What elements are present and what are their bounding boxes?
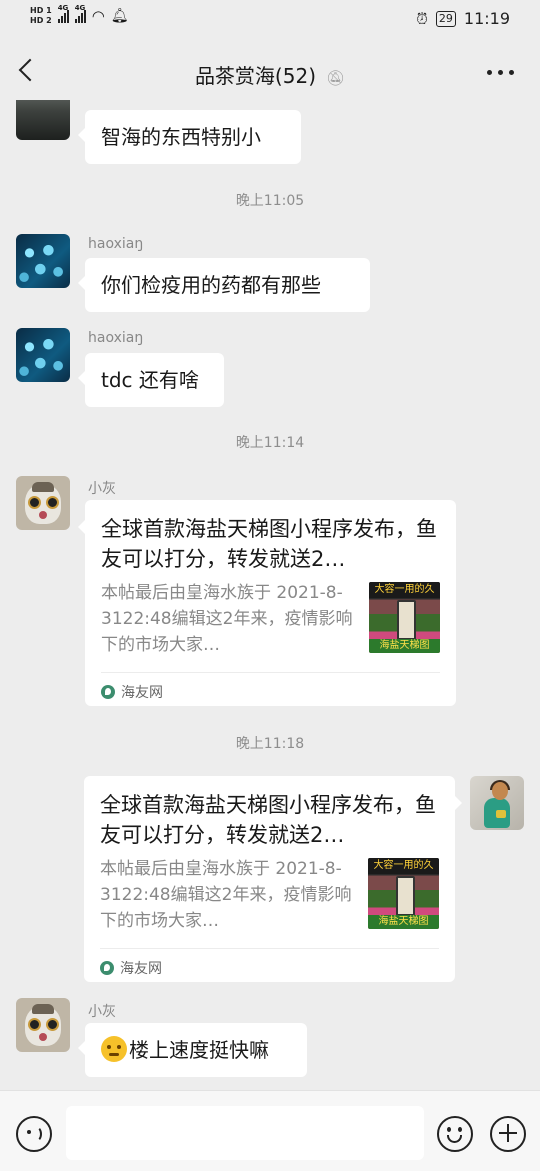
- message-list[interactable]: 智海的东西特别小 晚上11:05 haoxiaŋ 你们检疫用的药都有那些 hao…: [0, 100, 540, 1090]
- thumbnail-caption-bottom: 海盐天梯图: [368, 915, 439, 929]
- avatar[interactable]: [16, 998, 70, 1052]
- link-card-thumbnail: 大容一用的久 海盐天梯图: [368, 858, 439, 929]
- hd-indicator: HD 1 HD 2: [30, 6, 52, 25]
- notification-bell-icon: 🔔︎: [110, 7, 129, 24]
- status-right: ⏰︎ 29 11:19: [416, 9, 510, 28]
- voice-icon[interactable]: [16, 1116, 52, 1152]
- link-card-description: 本帖最后由皇海水族于 2021-8-3122:48编辑这2年来，疫情影响下的市场…: [100, 859, 352, 931]
- avatar[interactable]: [16, 476, 70, 530]
- chat-title: 品茶赏海(52): [194, 64, 316, 88]
- link-card-thumbnail: 大容一用的久 海盐天梯图: [369, 582, 440, 653]
- thinking-emoji-icon: [101, 1036, 127, 1062]
- message-bubble[interactable]: 智海的东西特别小: [78, 110, 301, 164]
- thumbnail-caption-top: 大容一用的久: [368, 858, 439, 874]
- emoji-icon[interactable]: [437, 1116, 473, 1152]
- sender-name: 小灰: [88, 481, 116, 497]
- signal-icon-1: 4G: [57, 4, 69, 23]
- avatar[interactable]: [16, 234, 70, 288]
- message-text: 楼上速度挺快嘛: [129, 1038, 269, 1062]
- input-bar: [0, 1090, 540, 1171]
- link-card-title: 全球首款海盐天梯图小程序发布，鱼友可以打分，转发就送2…: [101, 517, 437, 571]
- link-card-source: 海友网: [101, 682, 163, 702]
- timestamp: 晚上11:14: [235, 435, 305, 451]
- status-bar: HD 1 HD 2 4G 4G ◠ 🔔︎ ⏰︎ 29 11:19: [0, 0, 540, 40]
- thumbnail-caption-top: 大容一用的久: [369, 582, 440, 598]
- hd2-label: HD 2: [30, 16, 52, 25]
- signal-icon-2: 4G: [74, 4, 86, 23]
- link-card[interactable]: 全球首款海盐天梯图小程序发布，鱼友可以打分，转发就送2… 本帖最后由皇海水族于 …: [84, 776, 462, 982]
- alarm-icon: ⏰︎: [416, 9, 428, 28]
- message-bubble[interactable]: 楼上速度挺快嘛: [78, 1023, 307, 1077]
- sender-name: 小灰: [88, 1004, 116, 1020]
- sender-name: haoxiaŋ: [88, 236, 144, 252]
- network-type-1: 4G: [57, 3, 69, 12]
- my-avatar[interactable]: [470, 776, 524, 830]
- link-card[interactable]: 全球首款海盐天梯图小程序发布，鱼友可以打分，转发就送2… 本帖最后由皇海水族于 …: [78, 500, 456, 706]
- thumbnail-caption-bottom: 海盐天梯图: [369, 639, 440, 653]
- link-card-source: 海友网: [100, 958, 162, 978]
- network-type-2: 4G: [74, 3, 86, 12]
- clock: 11:19: [463, 9, 510, 28]
- divider: [100, 948, 439, 949]
- battery-icon: 29: [435, 10, 456, 27]
- chat-title-wrap: 品茶赏海(52) 🔕︎: [0, 60, 540, 89]
- message-bubble[interactable]: tdc 还有啥: [78, 353, 224, 407]
- message-bubble[interactable]: 你们检疫用的药都有那些: [78, 258, 370, 312]
- source-name: 海友网: [120, 961, 162, 977]
- source-name: 海友网: [121, 685, 163, 701]
- link-card-description: 本帖最后由皇海水族于 2021-8-3122:48编辑这2年来，疫情影响下的市场…: [101, 583, 353, 655]
- status-left: HD 1 HD 2 4G 4G ◠ 🔔︎: [30, 4, 129, 26]
- sender-name: haoxiaŋ: [88, 330, 144, 346]
- avatar[interactable]: [16, 100, 70, 140]
- divider: [101, 672, 440, 673]
- timestamp: 晚上11:18: [235, 736, 305, 752]
- chat-header: 品茶赏海(52) 🔕︎: [0, 40, 540, 106]
- plus-icon[interactable]: [490, 1116, 526, 1152]
- avatar[interactable]: [16, 328, 70, 382]
- message-input[interactable]: [66, 1106, 424, 1160]
- wifi-icon: ◠: [91, 6, 105, 25]
- source-app-icon: [100, 961, 114, 975]
- timestamp: 晚上11:05: [235, 193, 305, 209]
- hd1-label: HD 1: [30, 6, 52, 15]
- link-card-title: 全球首款海盐天梯图小程序发布，鱼友可以打分，转发就送2…: [100, 793, 436, 847]
- bell-muted-icon: 🔕︎: [326, 68, 346, 87]
- more-dots-icon[interactable]: [487, 70, 514, 75]
- source-app-icon: [101, 685, 115, 699]
